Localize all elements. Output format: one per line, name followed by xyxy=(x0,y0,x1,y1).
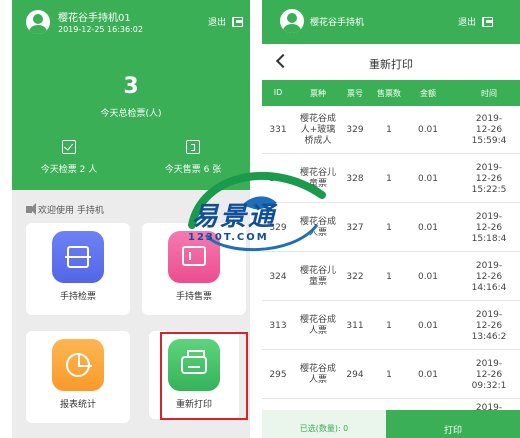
column-header: 售票数 xyxy=(377,89,401,98)
column-header: 金额 xyxy=(420,89,436,98)
table-header: ID 票种 票号 售票数 金额 时间 xyxy=(262,80,520,106)
table-cell-amount: 0.01 xyxy=(417,125,439,135)
table-cell-ticket-no: 294 xyxy=(346,370,364,380)
table-cell-ticket-no: 329 xyxy=(346,125,364,135)
tile-label: 手持售票 xyxy=(175,292,212,302)
total-checked-value: 3 xyxy=(123,74,139,99)
username: 樱花谷手持机01 xyxy=(58,13,131,24)
exit-icon xyxy=(482,16,494,27)
table-cell-time: 2019- 12-26 15:59:4 xyxy=(471,114,507,146)
exit-icon xyxy=(232,16,244,27)
table-cell-count: 1 xyxy=(386,370,392,380)
pie-chart-icon xyxy=(66,353,92,377)
table-cell-amount: 0.01 xyxy=(417,272,439,282)
table-cell-time: 2019- 12-26 13:46:2 xyxy=(471,310,507,342)
column-header: 时间 xyxy=(481,89,497,98)
table-cell-count: 1 xyxy=(386,321,392,331)
table-cell-amount: 0.01 xyxy=(417,370,439,380)
selected-count: 已选(数量): 0 xyxy=(262,410,386,438)
avatar[interactable] xyxy=(26,10,50,34)
table-cell-time: 2019- 12-26 15:22:5 xyxy=(471,163,507,195)
avatar[interactable] xyxy=(280,9,304,33)
scan-icon xyxy=(65,246,91,268)
table-cell-ticket-no: 327 xyxy=(346,223,364,233)
speaker-icon xyxy=(26,203,36,215)
footer-bar: 已选(数量): 0 打印 xyxy=(262,410,520,438)
table-cell-type: 樱花谷儿 童票 xyxy=(299,266,336,287)
welcome-text: 欢迎使用 手持机 xyxy=(38,206,104,216)
nav-bar: 重新打印 xyxy=(262,44,520,80)
table-cell-amount: 0.01 xyxy=(417,321,439,331)
watermark-brand: 易景通 xyxy=(192,202,277,232)
watermark-url: 1230T.COM xyxy=(188,232,269,243)
today-checked-label: 今天检票 2 人 xyxy=(40,165,98,175)
logout-button[interactable]: 退出 xyxy=(208,15,244,28)
column-header: ID xyxy=(273,88,283,97)
handheld-check-button[interactable]: 手持检票 xyxy=(26,223,130,315)
table-cell-count: 1 xyxy=(386,272,392,282)
table-row[interactable]: 295 樱花谷成 人票 294 1 0.01 2019- 12-26 09:32:1 xyxy=(262,351,520,399)
highlight-box xyxy=(160,332,248,420)
table-cell-id: 313 xyxy=(269,321,287,331)
table-cell-time: 2019- 12-26 15:18:4 xyxy=(471,212,507,244)
total-checked-label: 今天总检票(人) xyxy=(100,109,162,119)
tile-label: 手持检票 xyxy=(59,292,96,302)
table-row[interactable]: 313 樱花谷成 人票 311 1 0.01 2019- 12-26 13:46:2 xyxy=(262,302,520,350)
tile-label: 报表统计 xyxy=(59,400,96,410)
logout-label: 退出 xyxy=(458,18,477,28)
table-cell-time: 2019- 12-26 14:16:4 xyxy=(471,261,507,293)
table-cell-count: 1 xyxy=(386,174,392,184)
table-cell-amount: 0.01 xyxy=(417,174,439,184)
welcome-banner: 欢迎使用 手持机 xyxy=(26,203,104,216)
page-title: 重新打印 xyxy=(369,58,413,71)
table-cell-id: 331 xyxy=(269,125,287,135)
column-header: 票种 xyxy=(310,89,326,98)
reprint-header: 樱花谷手持机 退出 xyxy=(262,0,520,44)
table-cell-ticket-no: 328 xyxy=(346,174,364,184)
print-button[interactable]: 打印 xyxy=(386,410,520,438)
check-icon xyxy=(62,140,76,154)
table-row[interactable]: 331 樱花谷成 人+玻璃 桥成人 329 1 0.01 2019- 12-26 15:5… xyxy=(262,106,520,154)
table-cell-amount: 0.01 xyxy=(417,223,439,233)
table-cell-count: 1 xyxy=(386,125,392,135)
table-cell-ticket-no: 322 xyxy=(346,272,364,282)
table-cell-id: 324 xyxy=(269,272,287,282)
table-cell-id: 295 xyxy=(269,370,287,380)
table-cell-time: 2019- 12-26 09:32:1 xyxy=(471,359,507,391)
table-cell-type: 樱花谷成 人+玻璃 桥成人 xyxy=(299,114,336,146)
report-stats-button[interactable]: 报表统计 xyxy=(26,331,130,423)
sale-icon xyxy=(186,140,200,154)
column-header: 票号 xyxy=(347,89,363,98)
home-header: 樱花谷手持机01 2019-12-25 16:36:02 退出 3 今天总检票(… xyxy=(12,0,250,190)
logout-label: 退出 xyxy=(208,18,227,28)
datetime: 2019-12-25 16:36:02 xyxy=(58,25,143,34)
table-cell-ticket-no: 311 xyxy=(346,321,364,331)
device-title: 樱花谷手持机 xyxy=(310,18,365,28)
table-cell-type: 樱花谷成 人票 xyxy=(299,315,336,336)
table-cell-count: 1 xyxy=(386,223,392,233)
logout-button[interactable]: 退出 xyxy=(458,15,494,28)
today-checked-stat: 今天检票 2 人 xyxy=(14,140,124,175)
table-cell-type: 樱花谷成 人票 xyxy=(299,364,336,385)
